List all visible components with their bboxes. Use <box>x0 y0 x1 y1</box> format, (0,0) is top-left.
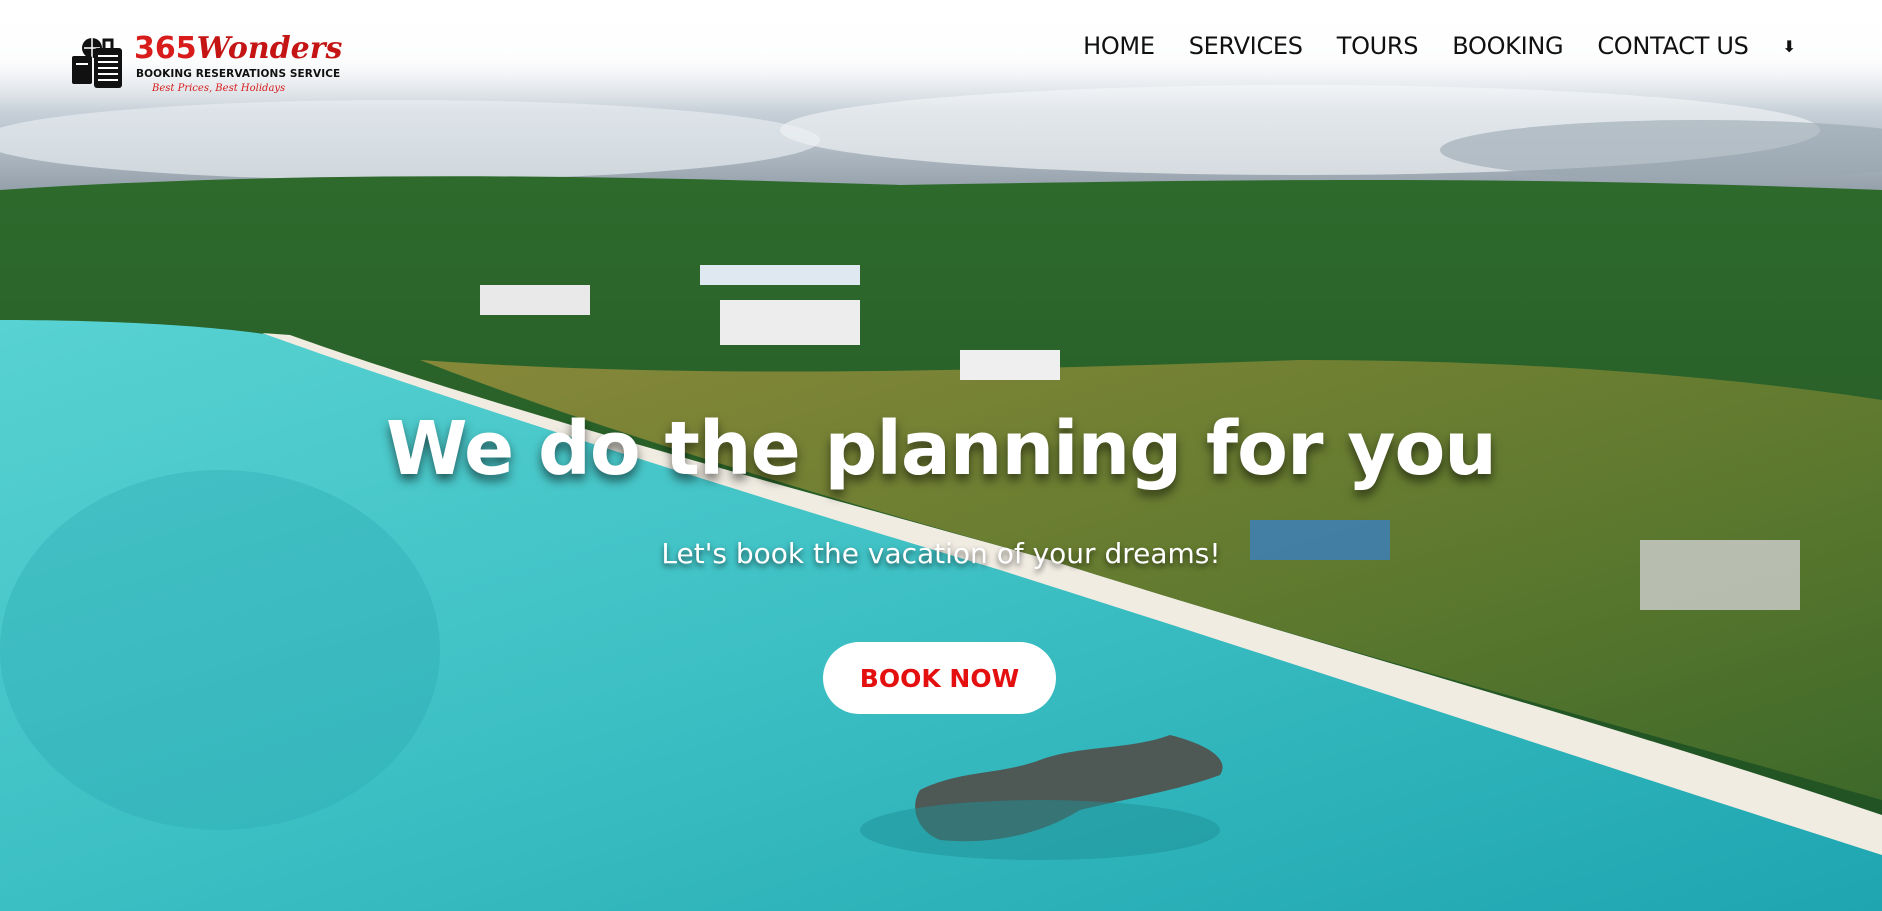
logo-wordmark: 365Wonders <box>134 32 342 66</box>
book-now-button[interactable]: BOOK NOW <box>823 642 1056 714</box>
hero-headline: We do the planning for you <box>386 406 1497 492</box>
site-logo[interactable]: 365Wonders BOOKING RESERVATIONS SERVICE … <box>70 30 342 100</box>
logo-tagline: Best Prices, Best Holidays <box>152 83 286 94</box>
nav-contact-us[interactable]: CONTACT US <box>1597 32 1749 60</box>
nav-tours[interactable]: TOURS <box>1337 32 1419 60</box>
hero-section: 365Wonders BOOKING RESERVATIONS SERVICE … <box>0 0 1882 911</box>
nav-services[interactable]: SERVICES <box>1189 32 1303 60</box>
luggage-globe-icon <box>72 38 122 88</box>
arrow-down-icon[interactable]: ⬇ <box>1783 37 1796 56</box>
nav-booking[interactable]: BOOKING <box>1452 32 1563 60</box>
logo-number: 365 <box>134 31 197 66</box>
nav-home[interactable]: HOME <box>1083 32 1155 60</box>
logo-subtitle: BOOKING RESERVATIONS SERVICE <box>136 68 341 80</box>
hero-subline: Let's book the vacation of your dreams! <box>661 537 1221 570</box>
main-nav: HOME SERVICES TOURS BOOKING CONTACT US ⬇ <box>1049 32 1796 60</box>
logo-word: Wonders <box>196 31 343 66</box>
